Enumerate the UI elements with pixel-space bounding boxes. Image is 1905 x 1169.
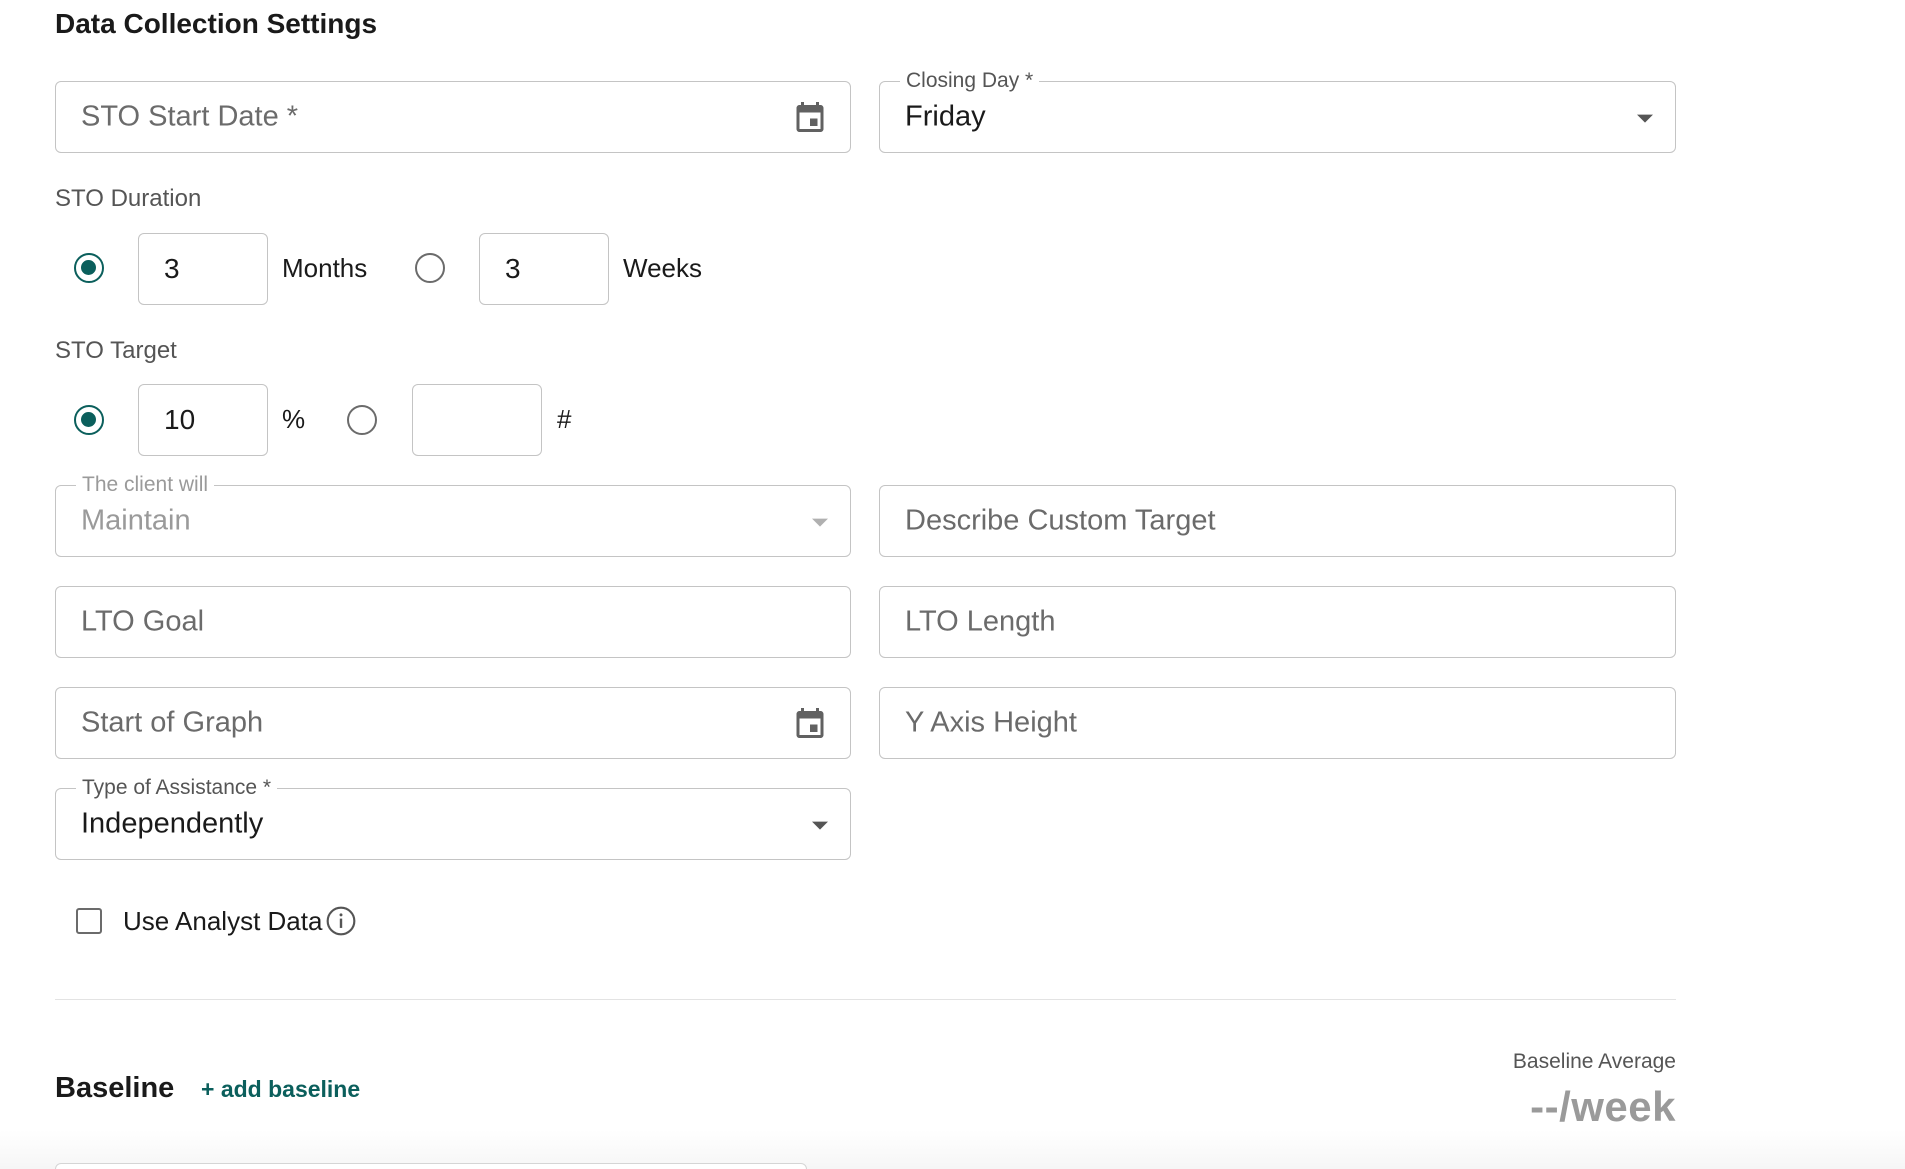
info-icon[interactable] xyxy=(325,905,357,937)
sto-target-label: STO Target xyxy=(55,337,177,364)
lto-length-placeholder: LTO Length xyxy=(905,605,1056,638)
start-of-graph-field[interactable]: Start of Graph xyxy=(55,687,851,759)
add-baseline-link[interactable]: + add baseline xyxy=(201,1076,360,1103)
calendar-icon[interactable] xyxy=(792,704,828,742)
start-of-graph-placeholder: Start of Graph xyxy=(81,706,264,739)
target-percent-value: 10 xyxy=(164,404,196,435)
client-will-select[interactable]: The client will Maintain xyxy=(55,473,851,557)
y-axis-height-input[interactable]: Y Axis Height xyxy=(879,687,1676,759)
lto-goal-placeholder: LTO Goal xyxy=(81,605,205,638)
closing-day-select[interactable]: Closing Day * Friday xyxy=(879,69,1676,153)
duration-months-value: 3 xyxy=(164,253,180,284)
lto-goal-input[interactable]: LTO Goal xyxy=(55,586,851,658)
y-axis-height-placeholder: Y Axis Height xyxy=(905,706,1077,739)
target-percent-input[interactable]: 10 xyxy=(138,384,268,456)
type-of-assistance-select[interactable]: Type of Assistance * Independently xyxy=(55,776,851,860)
duration-months-input[interactable]: 3 xyxy=(138,233,268,305)
dropdown-caret-icon xyxy=(812,518,828,527)
lto-length-input[interactable]: LTO Length xyxy=(879,586,1676,658)
sto-duration-label: STO Duration xyxy=(55,185,202,212)
section-divider xyxy=(55,999,1676,1000)
use-analyst-data-checkbox[interactable] xyxy=(76,908,102,934)
duration-months-radio[interactable] xyxy=(74,253,104,283)
section-title: Data Collection Settings xyxy=(55,8,378,39)
duration-weeks-radio[interactable] xyxy=(415,253,445,283)
baseline-average-value: --/week xyxy=(1530,1083,1676,1130)
target-percent-radio[interactable] xyxy=(74,405,104,435)
describe-custom-target-input[interactable]: Describe Custom Target xyxy=(879,485,1676,557)
describe-custom-target-placeholder: Describe Custom Target xyxy=(905,504,1216,537)
dropdown-caret-icon xyxy=(1637,114,1653,123)
baseline-average-label: Baseline Average xyxy=(1512,1050,1676,1073)
dropdown-caret-icon xyxy=(812,821,828,830)
baseline-title: Baseline xyxy=(55,1072,175,1104)
calendar-icon[interactable] xyxy=(792,98,828,136)
closing-day-label: Closing Day * xyxy=(900,69,1040,93)
months-unit-label: Months xyxy=(282,253,368,283)
closing-day-value: Friday xyxy=(905,100,986,133)
client-will-label: The client will xyxy=(76,473,215,497)
target-number-input[interactable] xyxy=(412,384,542,456)
sto-start-date-placeholder: STO Start Date * xyxy=(81,100,299,133)
duration-weeks-input[interactable]: 3 xyxy=(479,233,609,305)
client-will-value: Maintain xyxy=(81,504,191,537)
weeks-unit-label: Weeks xyxy=(623,253,702,283)
target-number-radio[interactable] xyxy=(347,405,377,435)
percent-unit-label: % xyxy=(282,404,306,434)
type-of-assistance-label: Type of Assistance * xyxy=(76,776,278,800)
type-of-assistance-value: Independently xyxy=(81,807,264,840)
baseline-card xyxy=(55,1163,807,1169)
use-analyst-data-label[interactable]: Use Analyst Data xyxy=(123,906,322,937)
duration-weeks-value: 3 xyxy=(505,253,521,284)
sto-start-date-field[interactable]: STO Start Date * xyxy=(55,81,851,153)
number-unit-label: # xyxy=(557,404,572,434)
